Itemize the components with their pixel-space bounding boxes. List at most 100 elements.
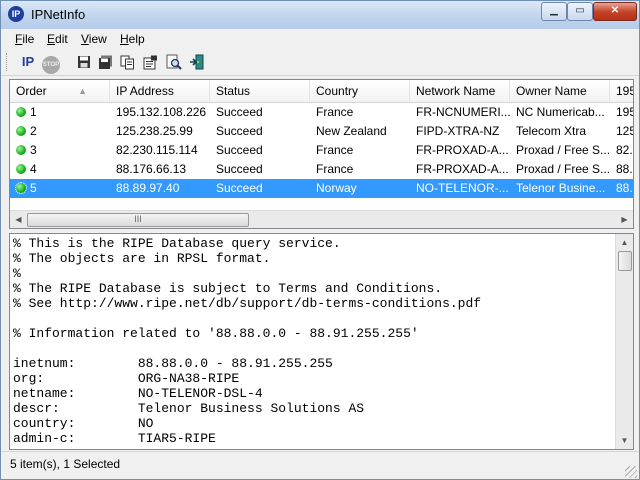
table-row[interactable]: 2 125.238.25.99 Succeed New Zealand FIPD… [10, 122, 633, 141]
scroll-right-icon[interactable]: ▶ [616, 211, 633, 228]
cell-ip: 195.132.108.226 [116, 105, 207, 119]
table-row[interactable]: 3 82.230.115.114 Succeed France FR-PROXA… [10, 141, 633, 160]
status-ok-icon [16, 126, 26, 136]
whois-text-pane[interactable]: % This is the RIPE Database query servic… [9, 233, 634, 450]
cell-status: Succeed [216, 105, 263, 119]
status-ok-icon [16, 107, 26, 117]
properties-button[interactable] [140, 52, 160, 72]
window-title: IPNetInfo [31, 7, 86, 22]
close-icon: ✕ [610, 5, 620, 16]
cell-order: 1 [10, 103, 110, 122]
status-text: 5 item(s), 1 Selected [10, 457, 121, 471]
menu-bar: File Edit View Help [1, 30, 639, 49]
whois-text[interactable]: % This is the RIPE Database query servic… [13, 236, 613, 446]
resize-grip-icon[interactable] [625, 466, 637, 478]
menu-help[interactable]: Help [120, 32, 145, 46]
save-button[interactable] [74, 52, 94, 72]
find-button[interactable] [164, 52, 184, 72]
results-list[interactable]: Order ▲ IP Address Status Country Network… [9, 79, 634, 229]
scroll-thumb[interactable] [618, 251, 632, 271]
cell-extra: 195 [616, 105, 633, 119]
cell-network: NO-TELENOR-... [416, 181, 509, 195]
table-row-selected[interactable]: 5 88.89.97.40 Succeed Norway NO-TELENOR-… [10, 179, 633, 198]
status-ok-icon [16, 164, 26, 174]
table-row[interactable]: 1 195.132.108.226 Succeed France FR-NCNU… [10, 103, 633, 122]
exit-button[interactable] [187, 52, 207, 72]
cell-country: Norway [316, 181, 357, 195]
cell-ip: 82.230.115.114 [116, 143, 198, 157]
cell-status: Succeed [216, 124, 263, 138]
list-horizontal-scrollbar[interactable]: ◀ III ▶ [10, 210, 633, 228]
scroll-down-icon[interactable]: ▼ [616, 432, 633, 449]
exit-icon [190, 54, 204, 70]
list-header: Order ▲ IP Address Status Country Network… [10, 80, 633, 103]
scroll-up-icon[interactable]: ▲ [616, 234, 633, 251]
cell-owner: Telenor Busine... [516, 181, 606, 195]
column-header-extra[interactable]: 195 [610, 80, 633, 102]
title-bar[interactable]: IP IPNetInfo ▁ ▭ ✕ [1, 1, 639, 29]
sort-arrow-icon: ▲ [78, 86, 87, 96]
minimize-button[interactable]: ▁ [541, 2, 567, 21]
ip-lookup-icon: IP [21, 54, 35, 69]
save-all-icon [98, 55, 112, 69]
cell-owner: NC Numericab... [516, 105, 605, 119]
column-header-ip-address[interactable]: IP Address [110, 80, 210, 102]
cell-extra: 88.1 [616, 162, 633, 176]
toolbar-grip[interactable] [6, 53, 10, 71]
cell-order: 2 [10, 122, 110, 141]
cell-extra: 125 [616, 124, 633, 138]
cell-network: FR-PROXAD-A... [416, 162, 509, 176]
cell-order: 5 [10, 179, 110, 198]
cell-status: Succeed [216, 162, 263, 176]
find-icon [166, 54, 182, 70]
copy-icon [120, 55, 134, 70]
cell-status: Succeed [216, 181, 263, 195]
menu-file[interactable]: File [15, 32, 34, 46]
toolbar: IP STOP [1, 49, 639, 76]
cell-status: Succeed [216, 143, 263, 157]
ip-app-icon: IP [8, 6, 24, 22]
column-header-network-name[interactable]: Network Name [410, 80, 510, 102]
cell-owner: Proxad / Free S... [516, 162, 610, 176]
menu-edit[interactable]: Edit [47, 32, 68, 46]
maximize-button[interactable]: ▭ [567, 2, 593, 21]
maximize-icon: ▭ [575, 5, 585, 16]
column-header-status[interactable]: Status [210, 80, 310, 102]
cell-country: New Zealand [316, 124, 387, 138]
column-header-owner-name[interactable]: Owner Name [510, 80, 610, 102]
save-all-button[interactable] [95, 52, 115, 72]
cell-order: 3 [10, 141, 110, 160]
save-icon [78, 56, 90, 68]
column-header-order[interactable]: Order ▲ [10, 80, 110, 102]
cell-extra: 82.2 [616, 143, 633, 157]
stop-button[interactable]: STOP [41, 52, 61, 74]
cell-ip: 88.89.97.40 [116, 181, 180, 195]
copy-button[interactable] [117, 52, 137, 72]
cell-country: France [316, 105, 354, 119]
close-button[interactable]: ✕ [593, 2, 637, 21]
cell-network: FR-NCNUMERI... [416, 105, 510, 119]
app-window: IP IPNetInfo ▁ ▭ ✕ File Edit View Help I… [0, 0, 640, 480]
table-row[interactable]: 4 88.176.66.13 Succeed France FR-PROXAD-… [10, 160, 633, 179]
status-ok-icon [15, 182, 27, 194]
ip-lookup-button[interactable]: IP [18, 52, 38, 72]
text-vertical-scrollbar[interactable]: ▲ ▼ [615, 234, 633, 449]
cell-owner: Proxad / Free S... [516, 143, 610, 157]
minimize-icon: ▁ [550, 5, 558, 16]
scroll-left-icon[interactable]: ◀ [10, 211, 27, 228]
cell-country: France [316, 162, 354, 176]
status-bar: 5 item(s), 1 Selected [1, 451, 639, 480]
cell-country: France [316, 143, 354, 157]
column-header-country[interactable]: Country [310, 80, 410, 102]
cell-ip: 125.238.25.99 [116, 124, 193, 138]
status-ok-icon [16, 145, 26, 155]
stop-icon: STOP [42, 56, 60, 74]
scroll-thumb[interactable]: III [27, 213, 249, 227]
cell-order: 4 [10, 160, 110, 179]
cell-ip: 88.176.66.13 [116, 162, 187, 176]
menu-view[interactable]: View [81, 32, 107, 46]
cell-network: FIPD-XTRA-NZ [416, 124, 500, 138]
properties-icon [143, 55, 157, 70]
cell-network: FR-PROXAD-A... [416, 143, 509, 157]
cell-extra: 88.8 [616, 181, 633, 195]
